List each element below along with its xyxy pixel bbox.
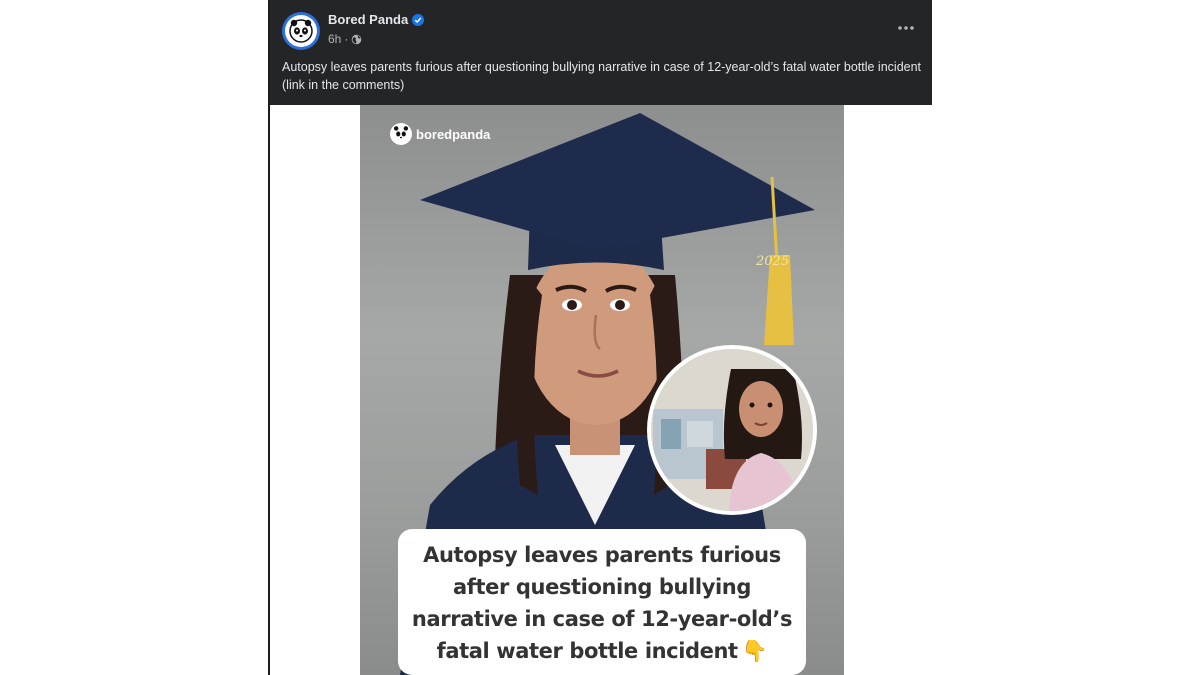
meta-separator: · (344, 32, 349, 46)
headline-overlay: Autopsy leaves parents furious after que… (398, 529, 806, 675)
watermark: boredpanda (390, 123, 490, 145)
headline-line: after questioning bullying (453, 575, 751, 599)
watermark-panda-icon (390, 123, 412, 145)
more-options-icon[interactable] (894, 16, 918, 40)
pointing-down-icon: 👇 (741, 639, 768, 663)
headline-line: narrative in case of 12-year-old’s (411, 607, 793, 631)
verified-badge-icon (412, 13, 425, 26)
panda-logo-icon (285, 15, 317, 47)
post-meta: 6h · (328, 32, 362, 46)
post-photo[interactable]: 2025 boredpanda Autopsy leaves parents f… (360, 105, 844, 675)
post-caption: Autopsy leaves parents furious after que… (282, 60, 922, 92)
post-timestamp[interactable]: 6h (328, 32, 341, 46)
headline-line-last: fatal water bottle incident 👇 (410, 635, 794, 667)
globe-icon[interactable] (351, 34, 362, 45)
inset-photo (647, 345, 817, 515)
tassel-year-charm: 2025 (755, 254, 789, 269)
headline-line: Autopsy leaves parents furious (423, 543, 781, 567)
headline-line-text: fatal water bottle incident (436, 639, 738, 663)
page-avatar[interactable] (282, 12, 320, 50)
facebook-post-screenshot: Bored Panda 6h · Autopsy leaves parents … (0, 0, 1200, 675)
watermark-text: boredpanda (416, 126, 491, 142)
page-name[interactable]: Bored Panda (328, 12, 408, 27)
post-header: Bored Panda 6h · Autopsy leaves parents … (270, 0, 932, 105)
page-name-row: Bored Panda (328, 12, 425, 27)
